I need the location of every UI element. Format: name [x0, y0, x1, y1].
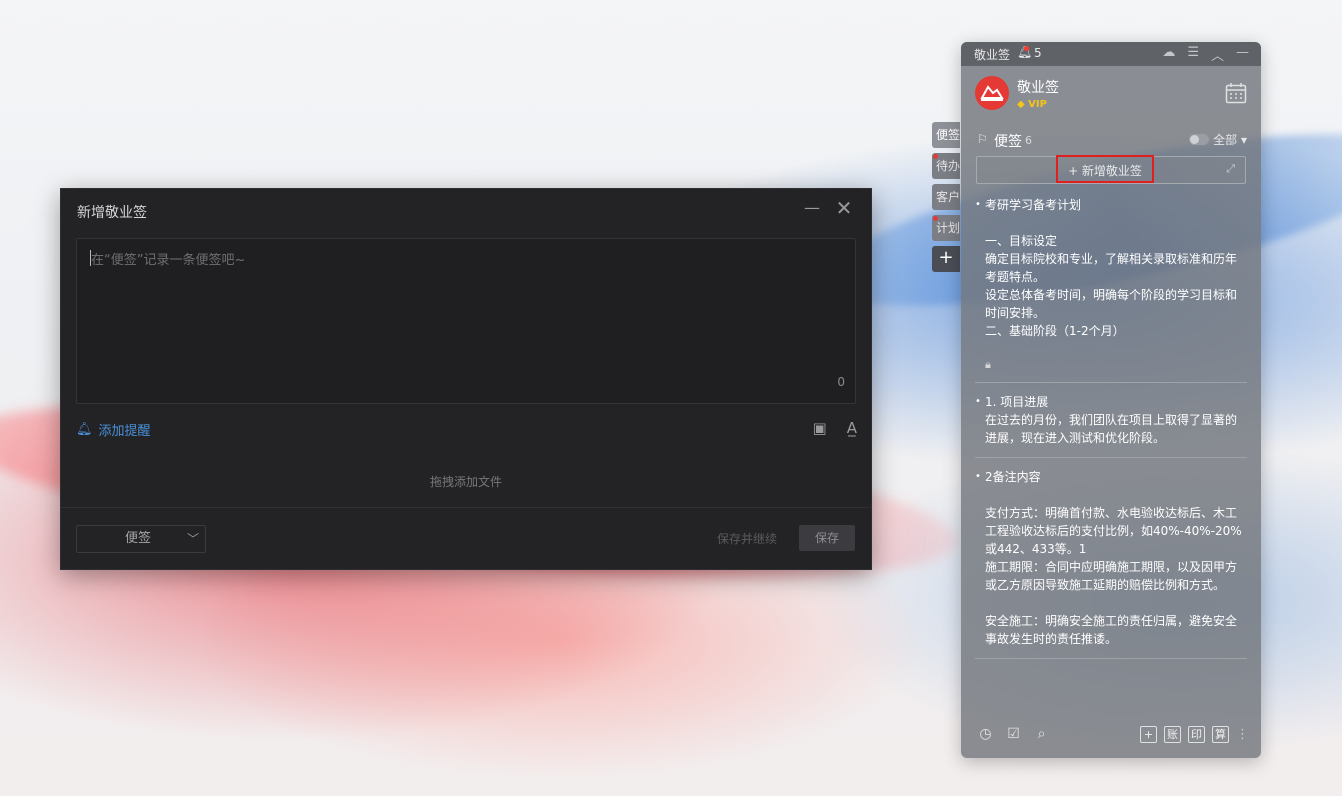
- vip-badge: ◆ VIP: [1017, 98, 1047, 110]
- unread-dot: [933, 216, 938, 221]
- save-continue-button[interactable]: 保存并继续: [717, 530, 777, 547]
- vip-label: VIP: [1028, 98, 1047, 110]
- print-icon[interactable]: 印: [1188, 726, 1205, 743]
- tab-label: 待办: [936, 159, 960, 173]
- minimize-icon[interactable]: —: [1236, 45, 1249, 64]
- list-title: 便签: [994, 134, 1022, 150]
- tab-todo[interactable]: 待办: [932, 153, 960, 179]
- search-icon[interactable]: ⌕: [1033, 726, 1050, 743]
- panel-footer: ◷ ☑ ⌕ + 账 印 算 ⋮: [961, 714, 1261, 758]
- tab-label: 计划: [936, 221, 960, 235]
- user-name: 敬业签: [1017, 79, 1059, 96]
- dialog-title: 新增敬业签: [77, 205, 147, 221]
- add-reminder-label: 添加提醒: [98, 424, 151, 439]
- logo-icon: [980, 85, 1004, 101]
- cloud-sync-icon[interactable]: ☁: [1162, 45, 1175, 64]
- avatar: [975, 76, 1009, 110]
- attachment-icon[interactable]: ▣: [813, 419, 827, 437]
- list-item[interactable]: 2备注内容 支付方式：明确首付款、水电验收达标后、木工工程验收达标后的支付比例，…: [975, 468, 1247, 659]
- note-list: 考研学习备考计划 一、目标设定 确定目标院校和专业，了解相关录取标准和历年考题特…: [975, 196, 1247, 708]
- note-title: 1. 项目进展: [975, 393, 1247, 411]
- calculator-icon[interactable]: 算: [1212, 726, 1229, 743]
- divider: [61, 507, 871, 508]
- bookmark-icon: ⚐: [977, 132, 988, 146]
- add-tab-button[interactable]: +: [932, 246, 960, 272]
- minimize-icon[interactable]: —: [803, 198, 821, 218]
- category-select[interactable]: 便签 ﹀: [76, 525, 206, 553]
- add-note-button[interactable]: + 新增敬业签: [1056, 155, 1154, 183]
- notification-count: 5: [1034, 46, 1042, 60]
- close-icon[interactable]: ✕: [834, 198, 854, 218]
- text-format-icon[interactable]: A̲: [847, 419, 857, 437]
- tab-customer[interactable]: 客户: [932, 184, 960, 210]
- ledger-icon[interactable]: 账: [1164, 726, 1181, 743]
- app-name: 敬业签: [974, 48, 1011, 62]
- bell-icon[interactable]: 🔔︎: [1017, 45, 1032, 59]
- calendar-icon[interactable]: [1225, 82, 1247, 104]
- tab-label: 客户: [936, 190, 960, 204]
- add-icon[interactable]: +: [1140, 726, 1157, 743]
- list-item[interactable]: 1. 项目进展 在过去的月份，我们团队在项目上取得了显著的进展，现在进入测试和优…: [975, 393, 1247, 458]
- tab-notes[interactable]: 便签: [932, 122, 960, 148]
- filter-dropdown[interactable]: 全部 ▾: [1213, 131, 1247, 148]
- history-icon[interactable]: ◷: [977, 726, 994, 743]
- side-tabs: 便签 待办 客户 计划 +: [932, 122, 962, 277]
- more-icon[interactable]: ⋮: [1236, 727, 1249, 742]
- add-reminder-button[interactable]: 🔔︎ 添加提醒: [76, 420, 151, 439]
- note-body: 一、目标设定 确定目标院校和专业，了解相关录取标准和历年考题特点。 设定总体备考…: [985, 234, 1238, 338]
- new-note-dialog: 新增敬业签 — ✕ 在“便签”记录一条便签吧~ 0 🔔︎ 添加提醒 ▣ A̲ 拖…: [60, 188, 872, 570]
- checklist-icon[interactable]: ☑: [1005, 726, 1022, 743]
- tab-label: 便签: [936, 128, 960, 142]
- list-count: 6: [1025, 134, 1032, 147]
- filter-label: 全部: [1213, 133, 1238, 147]
- category-value: 便签: [125, 531, 152, 546]
- tab-plan[interactable]: 计划: [932, 215, 960, 241]
- bell-icon: 🔔︎: [76, 422, 93, 437]
- panel-titlebar: 敬业签 🔔︎ 5 ☁ ☰ ︿ —: [961, 42, 1261, 66]
- menu-icon[interactable]: ☰: [1187, 45, 1199, 64]
- note-body: 在过去的月份，我们团队在项目上取得了显著的进展，现在进入测试和优化阶段。: [985, 413, 1238, 445]
- save-button[interactable]: 保存: [799, 525, 855, 551]
- list-item[interactable]: 考研学习备考计划 一、目标设定 确定目标院校和专业，了解相关录取标准和历年考题特…: [975, 196, 1247, 383]
- user-profile[interactable]: 敬业签 ◆ VIP: [975, 76, 1059, 110]
- unread-dot: [933, 154, 938, 159]
- notification-dot: [1024, 46, 1029, 51]
- char-count: 0: [837, 375, 845, 389]
- note-body: 支付方式：明确首付款、水电验收达标后、木工工程验收达标后的支付比例，如40%-4…: [985, 506, 1242, 646]
- collapse-icon[interactable]: ︿: [1211, 45, 1224, 64]
- editor-placeholder: 在“便签”记录一条便签吧~: [91, 253, 246, 268]
- add-note-bar[interactable]: + 新增敬业签 ⤢: [976, 155, 1246, 184]
- drop-file-hint: 拖拽添加文件: [429, 475, 502, 489]
- view-toggle[interactable]: [1189, 134, 1209, 145]
- chevron-down-icon: ﹀: [186, 532, 199, 546]
- note-editor[interactable]: 在“便签”记录一条便签吧~ 0: [76, 238, 856, 404]
- lock-icon: 🔒︎: [985, 358, 991, 371]
- sticky-note-panel: 敬业签 🔔︎ 5 ☁ ☰ ︿ — 敬业签 ◆ VIP ⚐ 便签 6 全部 ▾ +…: [961, 42, 1261, 758]
- note-title: 考研学习备考计划: [975, 196, 1247, 214]
- note-title: 2备注内容: [975, 468, 1247, 486]
- plus-icon: +: [938, 247, 954, 268]
- note-list-header: ⚐ 便签 6 全部 ▾: [961, 128, 1261, 152]
- expand-icon[interactable]: ⤢: [1226, 162, 1235, 176]
